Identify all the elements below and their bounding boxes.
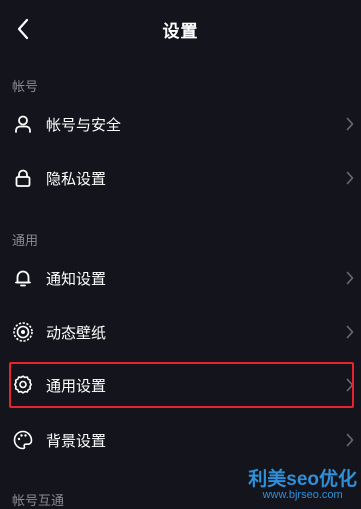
page-title: 设置 [162, 22, 199, 42]
section-label-account-interop: 帐号互通 [12, 494, 65, 509]
palette-icon [12, 429, 34, 451]
section-label-account: 帐号 [12, 80, 39, 95]
watermark-text: 利美seo优化 [248, 469, 357, 490]
lock-icon [12, 167, 34, 189]
menu-item-label: 通知设置 [46, 269, 107, 288]
wallpaper-icon [12, 321, 34, 343]
menu-item-label: 动态壁纸 [46, 323, 107, 342]
menu-item-privacy-settings[interactable]: 隐私设置 [0, 153, 361, 203]
menu-item-account-security[interactable]: 帐号与安全 [0, 99, 361, 149]
menu-item-label: 背景设置 [46, 431, 107, 450]
chevron-right-icon [345, 324, 355, 340]
watermark: 利美seo优化 www.bjrseo.com [248, 470, 357, 501]
menu-item-notification-settings[interactable]: 通知设置 [0, 253, 361, 303]
header: 设置 [0, 0, 361, 58]
chevron-right-icon [345, 116, 355, 132]
menu-item-general-settings[interactable]: 通用设置 [0, 360, 361, 410]
chevron-right-icon [345, 170, 355, 186]
menu-item-live-wallpaper[interactable]: 动态壁纸 [0, 307, 361, 357]
chevron-right-icon [345, 270, 355, 286]
bell-icon [12, 267, 34, 289]
chevron-right-icon [345, 377, 355, 393]
menu-item-label: 通用设置 [46, 376, 107, 395]
gear-icon [12, 374, 34, 396]
watermark-url: www.bjrseo.com [262, 489, 343, 501]
section-label-general: 通用 [12, 234, 39, 249]
user-icon [12, 113, 34, 135]
chevron-right-icon [345, 432, 355, 448]
menu-item-label: 隐私设置 [46, 169, 107, 188]
menu-item-label: 帐号与安全 [46, 115, 122, 134]
menu-item-background-settings[interactable]: 背景设置 [0, 415, 361, 465]
